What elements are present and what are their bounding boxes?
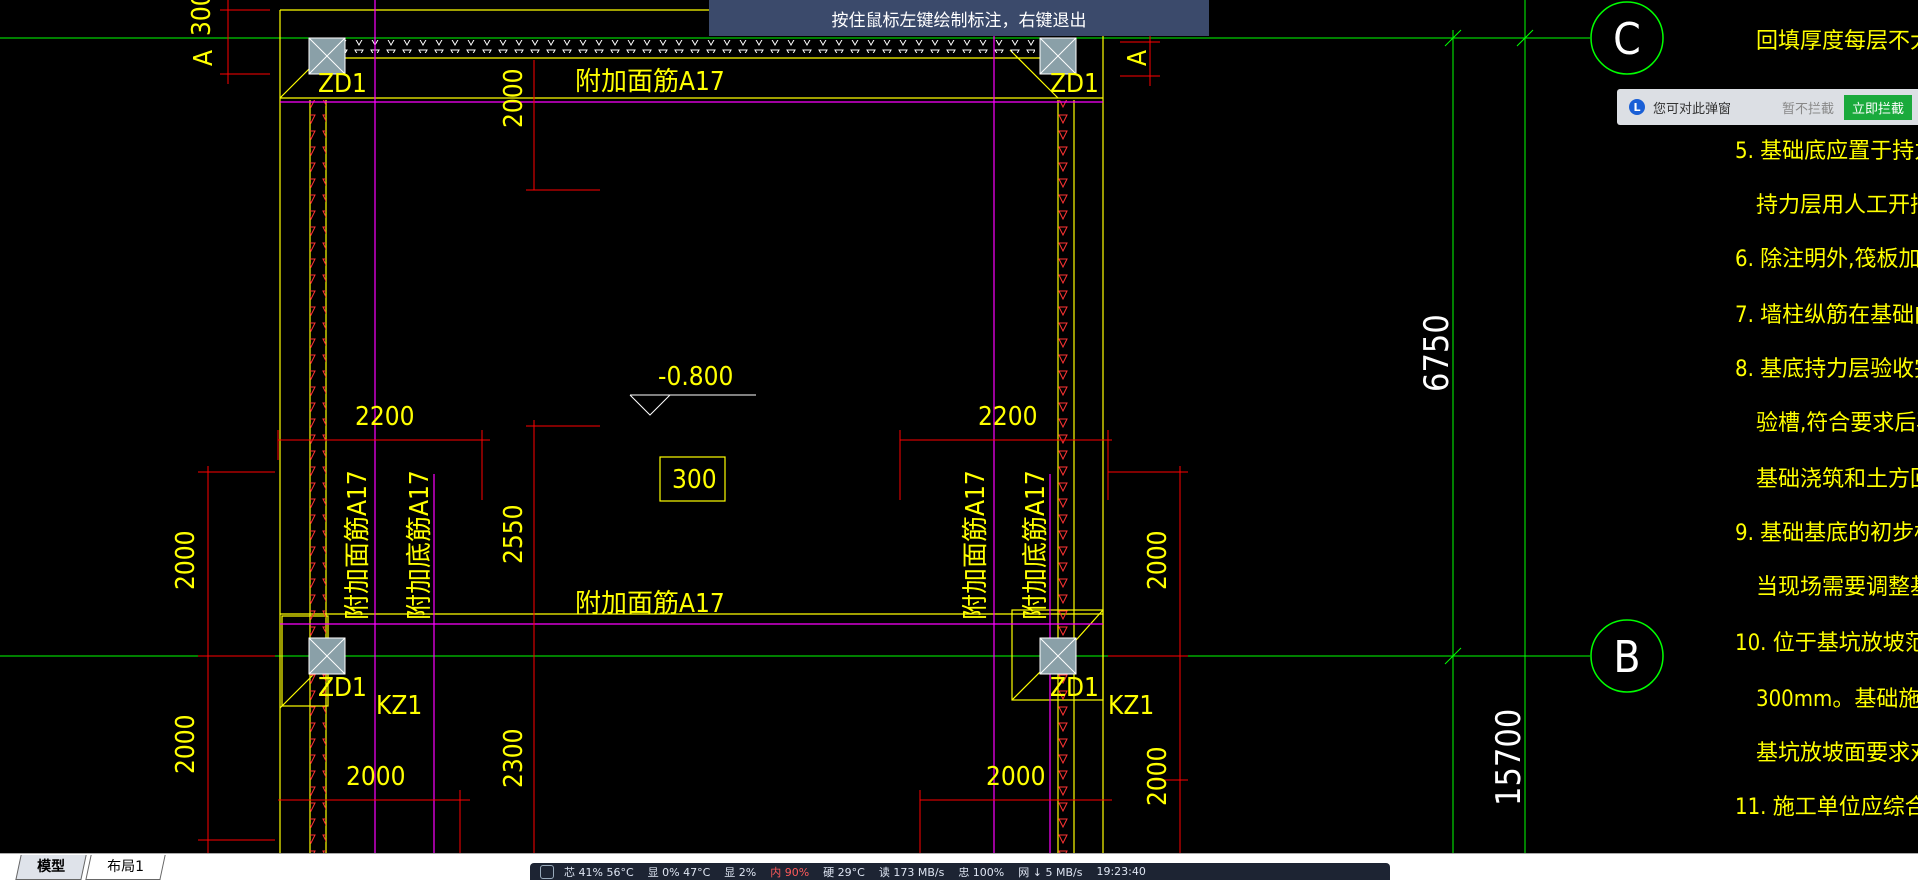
note-line: 7. 墙柱纵筋在基础内锚固按 xyxy=(1735,303,1918,328)
design-notes: 回填厚度每层不大于300m 5. 基础底应置于持力层内不持力层用人工开挖以免扰动 6… xyxy=(1735,29,1918,820)
axis-bubble-b: B xyxy=(1590,619,1664,693)
monitor-item: 芯 41% 56°C xyxy=(564,865,634,879)
note-line: 验槽,符合要求后再继续开 xyxy=(1756,411,1918,436)
hatch-top xyxy=(345,40,1035,53)
clock: 19:23:40 xyxy=(1096,865,1146,878)
monitor-item: 硬 29°C xyxy=(823,865,865,879)
popup-later-button[interactable]: 暂不拦截 xyxy=(1782,98,1834,117)
browser-logo-icon: L xyxy=(1629,99,1645,115)
note-line: 10. 位于基坑放坡范围内的 xyxy=(1735,631,1918,656)
command-hint-bar: 按住鼠标左键绘制标注，右键退出 xyxy=(709,0,1209,36)
dim-2550: 2550 xyxy=(499,504,529,564)
hatch-right xyxy=(1058,100,1074,853)
vrebar-label-l2: 附加底筋A17 xyxy=(405,470,435,620)
vrebar-label-l1: 附加面筋A17 xyxy=(343,470,373,620)
monitor-item: 显 0% 47°C xyxy=(647,865,711,879)
zd1-label-bl: ZD1 xyxy=(318,673,367,703)
tab-layout1-label: 布局1 xyxy=(107,859,145,875)
zd1-label-tl: ZD1 xyxy=(318,69,367,99)
note-line: 300mm。基础施工完毕后 xyxy=(1756,687,1918,712)
dim-2000-h-right: 2000 xyxy=(986,762,1046,792)
popup-block-notice: L 您可对此弹窗 暂不拦截 立即拦截 xyxy=(1617,89,1918,125)
dim-2000-right-a: 2000 xyxy=(1143,530,1173,590)
axis-lines xyxy=(0,37,1590,657)
rebar-label-mid: 附加面筋A17 xyxy=(575,589,725,619)
zd1-label-tr: ZD1 xyxy=(1050,69,1099,99)
popup-block-button[interactable]: 立即拦截 xyxy=(1843,94,1912,120)
note-line: 5. 基础底应置于持力层内不 xyxy=(1735,139,1918,164)
dim-15700: 15700 xyxy=(1489,709,1529,806)
axis-bubble-c: C xyxy=(1590,1,1664,75)
note-line: 持力层用人工开挖以免扰动 xyxy=(1756,193,1918,218)
dim-2000-left-a: 2000 xyxy=(171,530,201,590)
hatch-left xyxy=(310,100,326,853)
monitor-item: 忠 100% xyxy=(958,865,1005,879)
monitor-item: 内 90% xyxy=(770,865,810,879)
kz1-label-left: KZ1 xyxy=(376,691,422,721)
system-monitor-bar: 芯 41% 56°C 显 0% 47°C 显 2% 内 90% 硬 29°C 读… xyxy=(530,863,1390,880)
note-line: 基础浇筑和土方回填,避免 xyxy=(1756,467,1918,492)
note-line: 回填厚度每层不大于300m xyxy=(1756,29,1918,54)
dim-2200-right: 2200 xyxy=(978,402,1038,432)
dim-2000-h-left: 2000 xyxy=(346,762,406,792)
tab-model[interactable]: 模型 xyxy=(15,855,87,880)
dim-2200-left: 2200 xyxy=(355,402,415,432)
note-line: 11. 施工单位应综合考虑施工 xyxy=(1735,795,1918,820)
kz1-label-right: KZ1 xyxy=(1108,691,1154,721)
note-line: 当现场需要调整基底标高时, xyxy=(1756,575,1918,600)
monitor-item: 网 ↓ 5 MB/s xyxy=(1018,865,1083,879)
axis-label-b: B xyxy=(1613,632,1640,683)
dim-2000-left-b: 2000 xyxy=(171,714,201,774)
note-line: 9. 基础基底的初步标高详平 xyxy=(1735,521,1918,546)
dim-2000-right-b: 2000 xyxy=(1143,746,1173,806)
dim-300-top: 300 xyxy=(187,0,217,36)
monitor-item: 读 173 MB/s xyxy=(878,865,945,879)
axis-label-c: C xyxy=(1613,14,1641,65)
rebar-label-top: 附加面筋A17 xyxy=(575,67,725,97)
dim-6750: 6750 xyxy=(1417,314,1457,392)
note-line: 6. 除注明外,筏板加厚区中心 xyxy=(1735,247,1918,272)
monitor-item: 显 2% xyxy=(724,865,757,879)
dim-2300: 2300 xyxy=(499,728,529,788)
tab-model-label: 模型 xyxy=(37,859,66,875)
red-dimension-lines xyxy=(198,0,1188,853)
popup-message: 您可对此弹窗 xyxy=(1653,101,1732,117)
command-hint-text: 按住鼠标左键绘制标注，右键退出 xyxy=(831,10,1087,31)
section-a-right: A xyxy=(1123,50,1153,66)
elevation-marker xyxy=(629,394,756,416)
section-a-left: A xyxy=(189,50,219,66)
note-line: 基坑放坡面要求对基础面 xyxy=(1756,741,1918,766)
note-line: 8. 基底持力层验收完毕并满 xyxy=(1735,357,1918,382)
vrebar-label-r2: 附加底筋A17 xyxy=(1021,470,1051,620)
cad-drawing-canvas[interactable]: C B 300 A A ZD1 ZD1 ZD1 ZD1 附加面筋A17 附加面筋… xyxy=(0,0,1918,853)
app-icon[interactable] xyxy=(540,864,554,879)
zd1-label-br: ZD1 xyxy=(1050,673,1099,703)
dim-2000-vtop: 2000 xyxy=(499,68,529,128)
vrebar-label-r1: 附加面筋A17 xyxy=(961,470,991,620)
elevation-value: -0.800 xyxy=(658,362,733,392)
thickness-value: 300 xyxy=(672,465,717,495)
tab-layout1[interactable]: 布局1 xyxy=(85,855,166,880)
